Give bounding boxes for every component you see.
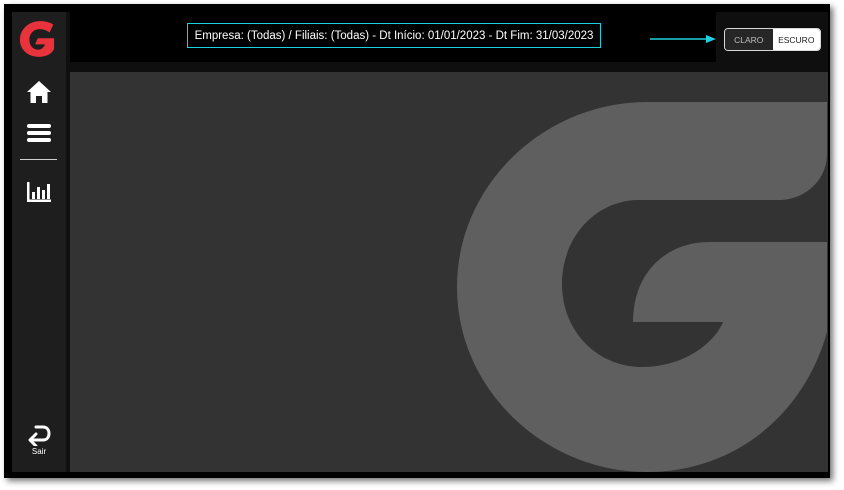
main-content	[70, 72, 828, 472]
bar-chart-icon	[27, 182, 51, 202]
sidebar-item-menu[interactable]	[12, 113, 66, 153]
theme-dark-button[interactable]: ESCURO	[772, 29, 820, 50]
home-icon	[27, 81, 51, 103]
window-frame: Sair Empresa: (Todas) / Filiais: (Todas)…	[4, 4, 830, 478]
logo-icon	[19, 21, 55, 57]
logo-watermark-icon	[457, 102, 827, 472]
arrow-indicator-icon	[650, 35, 716, 43]
menu-icon	[27, 124, 51, 142]
logout-button[interactable]: Sair	[12, 424, 66, 468]
filter-summary[interactable]: Empresa: (Todas) / Filiais: (Todas) - Dt…	[187, 23, 601, 48]
sidebar-item-home[interactable]	[12, 72, 66, 112]
return-arrow-icon	[28, 425, 51, 446]
app-screen: Sair Empresa: (Todas) / Filiais: (Todas)…	[12, 12, 828, 472]
sidebar-divider	[20, 159, 57, 160]
theme-light-button[interactable]: CLARO	[725, 29, 773, 50]
sidebar-item-reports[interactable]	[12, 172, 66, 212]
header-bar: Empresa: (Todas) / Filiais: (Todas) - Dt…	[70, 12, 716, 62]
logout-label: Sair	[31, 447, 47, 456]
sidebar: Sair	[12, 12, 66, 472]
theme-toggle: CLARO ESCURO	[724, 28, 821, 51]
